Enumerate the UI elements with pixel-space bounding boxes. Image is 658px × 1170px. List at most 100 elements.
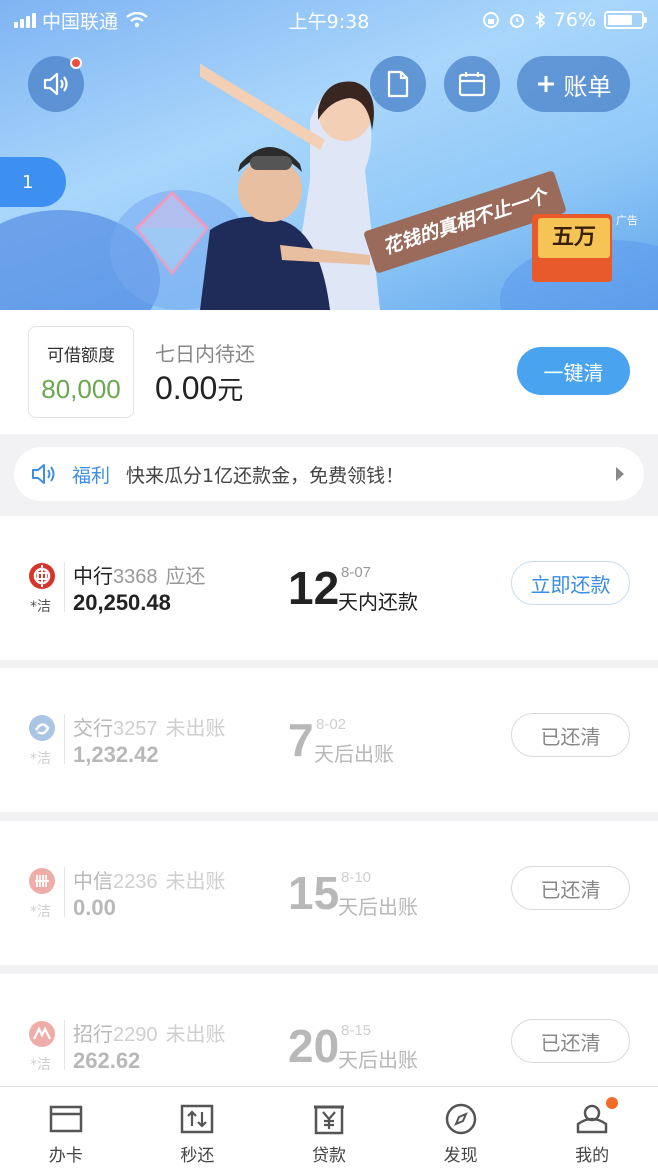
user-icon	[574, 1101, 610, 1137]
card-number: 2290	[113, 1024, 158, 1046]
due-unit: 元	[217, 376, 244, 406]
prize-badge: 五万	[532, 214, 612, 282]
ad-banner[interactable]: 花钱的真相不止一个 五万 广告	[0, 0, 658, 310]
notice-text: 快来瓜分1亿还款金，免费领钱！	[126, 464, 405, 487]
bank-card-item[interactable]: *洁 中行3368 应还 20,250.48 12 8-07 天内还款 立即还款	[0, 516, 658, 660]
bank-label: 交行	[73, 716, 113, 740]
calendar-button[interactable]	[444, 56, 500, 112]
day-count: 12	[288, 562, 340, 614]
tab-mine[interactable]: 我的	[526, 1087, 658, 1170]
paid-off-button[interactable]: 已还清	[511, 1019, 630, 1063]
card-number: 3368	[113, 566, 158, 588]
tab-label: 秒还	[180, 1146, 215, 1166]
bill-date: 8-07	[341, 564, 372, 581]
bill-status: 未出账	[165, 1022, 226, 1046]
paid-off-button[interactable]: 已还清	[511, 866, 630, 910]
clean-tag: *洁	[30, 599, 51, 615]
divider	[64, 867, 65, 917]
clean-tag: *洁	[30, 904, 51, 920]
clean-tag: *洁	[30, 751, 51, 767]
bill-date: 8-02	[316, 716, 347, 733]
bank-name: 中信2236 未出账	[73, 865, 226, 894]
tab-label: 贷款	[311, 1146, 346, 1166]
tab-label: 发现	[443, 1146, 478, 1166]
day-label: 天后出账	[338, 1048, 418, 1072]
add-bill-label: 账单	[563, 72, 612, 101]
welfare-notice-bar[interactable]: 福利 快来瓜分1亿还款金，免费领钱！	[14, 447, 644, 501]
exchange-icon	[179, 1101, 215, 1137]
bill-status: 应还	[165, 564, 206, 588]
bocom-logo-icon	[29, 715, 55, 741]
notice-tag: 福利	[72, 464, 111, 487]
plus-icon	[537, 76, 554, 92]
battery-percent: 76%	[553, 9, 596, 31]
bill-status: 未出账	[165, 869, 226, 893]
bank-card-item[interactable]: *洁 中信2236 未出账 0.00 15 8-10 天后出账 已还清	[0, 821, 658, 965]
bill-date: 8-15	[341, 1022, 372, 1039]
bank-name: 招行2290 未出账	[73, 1018, 226, 1047]
document-button[interactable]	[370, 56, 426, 112]
repay-now-button[interactable]: 立即还款	[511, 561, 630, 605]
document-icon	[387, 70, 409, 98]
bank-label: 中行	[73, 564, 113, 588]
notification-dot	[70, 57, 82, 69]
bottom-tab-bar: 办卡 秒还 贷款 发现 我的	[0, 1086, 658, 1170]
carrier-name: 中国联通	[42, 10, 119, 33]
day-count: 20	[288, 1020, 340, 1072]
tab-quick-repay[interactable]: 秒还	[132, 1087, 264, 1170]
bank-label: 招行	[73, 1022, 113, 1046]
bank-label: 中信	[73, 869, 113, 893]
due-label: 七日内待还	[155, 342, 255, 366]
bill-date: 8-10	[341, 869, 372, 886]
tab-label: 办卡	[48, 1146, 83, 1166]
wifi-icon	[126, 12, 148, 28]
bank-name: 中行3368 应还	[73, 560, 206, 589]
prize-text: 五万	[538, 218, 610, 258]
bill-status: 未出账	[165, 716, 226, 740]
day-count: 7	[288, 714, 314, 766]
bill-amount: 1,232.42	[73, 742, 159, 767]
due-value: 0.00	[155, 370, 218, 406]
cmb-logo-icon	[29, 1021, 55, 1047]
signal-icon	[14, 12, 36, 28]
day-label: 天后出账	[338, 895, 418, 919]
bill-amount: 0.00	[73, 895, 116, 920]
card-number: 2236	[113, 871, 158, 893]
boc-logo-icon	[29, 563, 55, 589]
compass-icon	[443, 1101, 479, 1137]
day-label: 天内还款	[338, 590, 418, 614]
yuan-icon	[311, 1101, 347, 1137]
tab-loan[interactable]: 贷款	[263, 1087, 395, 1170]
due-amount: 0.00元	[155, 370, 243, 407]
one-click-clear-button[interactable]: 一键清	[517, 347, 630, 395]
summary-section: 可借额度 80,000 七日内待还 0.00元 一键清	[0, 310, 658, 434]
divider	[64, 562, 65, 612]
chevron-right-icon	[616, 467, 624, 481]
day-count: 15	[288, 867, 340, 919]
tab-label: 我的	[575, 1146, 610, 1166]
add-bill-button[interactable]: 账单	[517, 56, 630, 112]
banner-page-indicator[interactable]: 1	[0, 157, 66, 207]
speaker-icon	[43, 72, 68, 96]
rotation-lock-icon	[482, 12, 499, 28]
tab-apply-card[interactable]: 办卡	[0, 1087, 132, 1170]
citic-logo-icon	[29, 868, 55, 894]
battery-level	[608, 15, 633, 25]
alarm-icon	[509, 14, 524, 28]
bank-name: 交行3257 未出账	[73, 712, 226, 741]
status-bar: 中国联通 上午9:38 76%	[0, 0, 658, 40]
bluetooth-icon	[535, 11, 546, 29]
ad-label: 广告	[616, 214, 638, 227]
card-number: 3257	[113, 718, 158, 740]
divider	[64, 714, 65, 764]
bill-amount: 20,250.48	[73, 590, 171, 615]
credit-quota-box[interactable]: 可借额度 80,000	[28, 326, 134, 418]
quota-value: 80,000	[41, 374, 121, 404]
tab-discover[interactable]: 发现	[395, 1087, 527, 1170]
notification-dot	[606, 1097, 619, 1109]
paid-off-button[interactable]: 已还清	[511, 713, 630, 757]
crystal-decor	[135, 190, 209, 276]
bank-card-item[interactable]: *洁 交行3257 未出账 1,232.42 7 8-02 天后出账 已还清	[0, 668, 658, 812]
bill-amount: 262.62	[73, 1048, 141, 1073]
day-label: 天后出账	[314, 742, 394, 766]
